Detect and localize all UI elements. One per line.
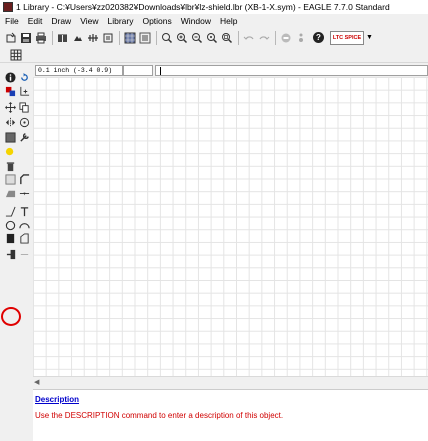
toolbar-separator: [52, 30, 53, 45]
stop-icon[interactable]: [279, 31, 292, 44]
undo-icon[interactable]: [242, 31, 255, 44]
text-caret: [160, 67, 161, 75]
optimize-icon[interactable]: [18, 187, 31, 200]
go-icon[interactable]: [294, 31, 307, 44]
toolbar-separator: [119, 30, 120, 45]
split-icon[interactable]: [4, 187, 17, 200]
text-icon[interactable]: [18, 205, 31, 218]
circle-icon[interactable]: [4, 219, 17, 232]
paste-icon[interactable]: [4, 146, 17, 159]
group-icon[interactable]: [4, 131, 17, 144]
menu-window[interactable]: Window: [181, 16, 211, 26]
pin-icon[interactable]: [5, 248, 18, 261]
ltspice-button[interactable]: LTC SPICE: [330, 30, 364, 45]
command-line-input[interactable]: [155, 65, 428, 76]
open-icon[interactable]: [4, 31, 17, 44]
redo-icon[interactable]: [257, 31, 270, 44]
menu-draw[interactable]: Draw: [51, 16, 71, 26]
coordinate-bar: 0.1 inch (-3.4 0.9): [33, 65, 428, 76]
help-button[interactable]: ?: [313, 32, 324, 43]
description-panel: Description Use the DESCRIPTION command …: [33, 389, 428, 441]
title-bar: 1 Library - C:¥Users¥zz020382¥Downloads¥…: [0, 0, 428, 14]
grid-toggle-icon[interactable]: [123, 31, 136, 44]
save-icon[interactable]: [19, 31, 32, 44]
command-toolbar: [0, 63, 33, 441]
wire-icon[interactable]: [4, 205, 17, 218]
description-hint: Use the DESCRIPTION command to enter a d…: [35, 411, 284, 420]
eagle-app-icon: [3, 2, 13, 12]
window-title: 1 Library - C:¥Users¥zz020382¥Downloads¥…: [16, 2, 390, 12]
change-icon[interactable]: [18, 131, 31, 144]
menu-bar: File Edit Draw View Library Options Wind…: [0, 14, 428, 28]
description-link[interactable]: Description: [35, 395, 79, 404]
menu-help[interactable]: Help: [220, 16, 237, 26]
zoom-select-icon[interactable]: [220, 31, 233, 44]
miter-icon[interactable]: [18, 173, 31, 186]
move-icon[interactable]: [4, 101, 17, 114]
show-icon[interactable]: [18, 71, 31, 84]
cam-icon[interactable]: [71, 31, 84, 44]
mark-icon[interactable]: [18, 85, 31, 98]
pin-tool-highlight-circle: [1, 307, 21, 326]
rect-icon[interactable]: [4, 232, 17, 245]
library-icon[interactable]: [56, 31, 69, 44]
print-icon[interactable]: [34, 31, 47, 44]
mirror-icon[interactable]: [4, 116, 17, 129]
zoom-redraw-icon[interactable]: [205, 31, 218, 44]
menu-options[interactable]: Options: [142, 16, 171, 26]
menu-file[interactable]: File: [5, 16, 19, 26]
drawing-canvas[interactable]: [33, 77, 428, 376]
horizontal-scrollbar[interactable]: ◀: [33, 376, 428, 388]
menu-view[interactable]: View: [80, 16, 98, 26]
ltspice-dropdown-icon[interactable]: ▼: [366, 34, 373, 41]
zoom-out-icon[interactable]: [190, 31, 203, 44]
zoom-fit-icon[interactable]: [160, 31, 173, 44]
menu-edit[interactable]: Edit: [28, 16, 43, 26]
parameter-toolbar: [0, 47, 428, 63]
info-icon[interactable]: [4, 71, 17, 84]
script-icon[interactable]: [101, 31, 114, 44]
arc-icon[interactable]: [18, 219, 31, 232]
add-icon[interactable]: [4, 173, 17, 186]
coordinate-dropdown[interactable]: [123, 65, 153, 76]
main-toolbar: ? LTC SPICE ▼: [0, 28, 428, 47]
coordinate-display: 0.1 inch (-3.4 0.9): [35, 65, 123, 76]
layers-icon[interactable]: [138, 31, 151, 44]
toolbar-separator: [275, 30, 276, 45]
polygon-icon[interactable]: [18, 232, 31, 245]
zoom-in-icon[interactable]: [175, 31, 188, 44]
display-icon[interactable]: [4, 85, 17, 98]
ulp-icon[interactable]: [86, 31, 99, 44]
menu-library[interactable]: Library: [107, 16, 133, 26]
toolbar-separator: [156, 30, 157, 45]
attribute-icon[interactable]: [18, 248, 31, 261]
delete-icon[interactable]: [4, 160, 17, 173]
scroll-left-icon[interactable]: ◀: [34, 378, 39, 386]
rotate-icon[interactable]: [18, 116, 31, 129]
copy-icon[interactable]: [18, 101, 31, 114]
toolbar-separator: [238, 30, 239, 45]
grid-icon[interactable]: [9, 48, 22, 61]
